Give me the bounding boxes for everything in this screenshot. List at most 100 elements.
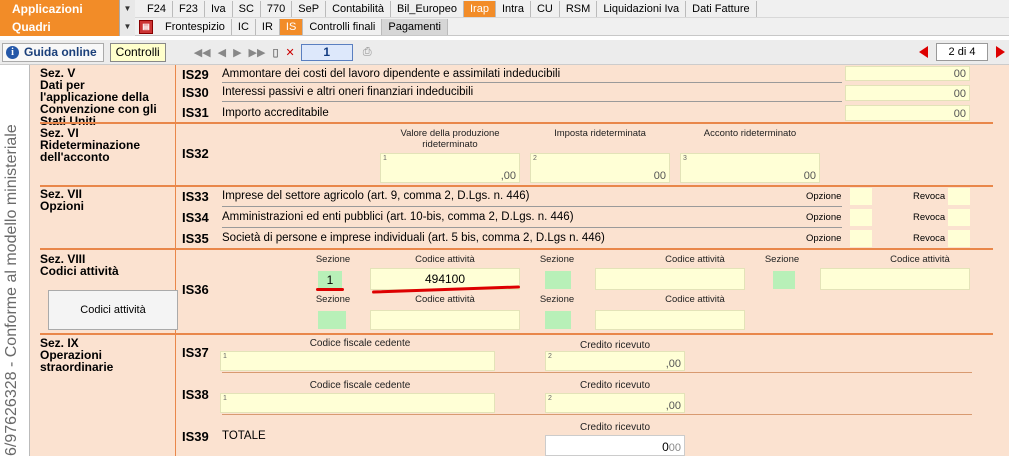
section-v: Sez. V Dati per l'applicazione della Con…	[40, 67, 180, 127]
sezione-label: Sezione	[315, 254, 351, 265]
is29-field[interactable]: 00	[845, 66, 970, 81]
codice-attivita-3-field[interactable]	[820, 268, 970, 290]
revoca-label: Revoca	[913, 212, 946, 223]
highlight-underline	[316, 288, 344, 291]
tab-ir[interactable]: IR	[256, 18, 280, 35]
is35-opzione-checkbox[interactable]	[850, 230, 872, 247]
sezione-5-field[interactable]	[545, 311, 571, 329]
sezione-label: Sezione	[539, 294, 575, 305]
tab-liquidazioni-iva[interactable]: Liquidazioni Iva	[597, 0, 687, 17]
tab-frontespizio[interactable]: Frontespizio	[159, 18, 232, 35]
sezione-label: Sezione	[539, 254, 575, 265]
column-label: Valore della produzione rideterminato	[400, 128, 500, 150]
tab-f23[interactable]: F23	[173, 0, 205, 17]
pdf-icon[interactable]: ▤	[139, 19, 153, 34]
quadri-select[interactable]: Quadri ▼	[0, 17, 135, 36]
previous-module-icon[interactable]	[919, 46, 928, 58]
field-value: ,00	[665, 358, 681, 370]
field-value: 1	[326, 273, 334, 287]
tab-cu[interactable]: CU	[531, 0, 560, 17]
field-value: 00	[953, 88, 966, 100]
section-viii: Sez. VIII Codici attività	[40, 253, 180, 277]
is31-field[interactable]: 00	[845, 105, 970, 121]
tab-bil-europeo[interactable]: Bil_Europeo	[391, 0, 464, 17]
codice-label: Codice attività	[890, 254, 950, 265]
is30-field[interactable]: 00	[845, 85, 970, 101]
codice-attivita-2-field[interactable]	[595, 268, 745, 290]
row-code: IS38	[182, 387, 209, 402]
codice-label: Codice attività	[665, 254, 725, 265]
side-strip: 6/97626328 - Conforme al modello ministe…	[0, 65, 30, 456]
is33-opzione-checkbox[interactable]	[850, 188, 872, 205]
imposta-rideterminata-field[interactable]: 2 00	[530, 153, 670, 183]
sezione-2-field[interactable]	[545, 271, 571, 289]
row-desc: Società di persone e imprese individuali…	[222, 232, 605, 244]
acconto-rideterminato-field[interactable]: 3 00	[680, 153, 820, 183]
tab-f24[interactable]: F24	[141, 0, 173, 17]
column-label: Imposta rideterminata	[554, 128, 646, 139]
is37-cf-field[interactable]: 1	[220, 351, 495, 371]
section-ix: Sez. IX Operazioni straordinarie	[40, 337, 180, 373]
codice-attivita-4-field[interactable]	[370, 310, 520, 330]
valore-produzione-field[interactable]: 1,00	[380, 153, 520, 183]
module-counter: 2 di 4	[936, 43, 988, 61]
next-module-icon[interactable]	[996, 46, 1005, 58]
page-number-field[interactable]: 1	[300, 43, 353, 61]
is38-cf-field[interactable]: 1	[220, 393, 495, 413]
next-page-icon[interactable]: ▶	[233, 46, 241, 59]
sezione-4-field[interactable]	[318, 311, 346, 329]
tab-sep[interactable]: SeP	[292, 0, 327, 17]
last-page-icon[interactable]: ▶▶	[249, 46, 266, 59]
chevron-down-icon[interactable]: ▼	[119, 17, 135, 36]
tab-dati-fatture[interactable]: Dati Fatture	[686, 0, 757, 17]
row-desc: TOTALE	[222, 430, 266, 442]
is34-opzione-checkbox[interactable]	[850, 209, 872, 226]
tab-pagamenti[interactable]: Pagamenti	[382, 18, 448, 35]
revoca-label: Revoca	[913, 191, 946, 202]
codici-attivita-button[interactable]: Codici attività	[48, 290, 178, 330]
previous-page-icon[interactable]: ◀	[218, 46, 226, 59]
row-code: IS29	[182, 67, 209, 82]
row-code: IS37	[182, 345, 209, 360]
column-label: Acconto rideterminato	[703, 128, 797, 139]
row-code: IS33	[182, 189, 209, 204]
row-desc: Imprese del settore agricolo (art. 9, co…	[222, 190, 530, 202]
is37-credito-field[interactable]: 2,00	[545, 351, 685, 371]
chevron-down-icon[interactable]: ▼	[119, 0, 135, 18]
tab-is[interactable]: IS	[279, 18, 304, 35]
is34-revoca-checkbox[interactable]	[948, 209, 970, 226]
codice-attivita-5-field[interactable]	[595, 310, 745, 330]
row-code: IS30	[182, 85, 209, 100]
sezione-1-field[interactable]: 1	[318, 271, 342, 289]
tab-intra[interactable]: Intra	[496, 0, 531, 17]
controlli-button[interactable]: Controlli	[109, 42, 166, 62]
tab-iva[interactable]: Iva	[205, 0, 233, 17]
totale-value: 0	[662, 440, 669, 454]
delete-page-icon[interactable]: ✕	[286, 46, 295, 59]
tab-sc[interactable]: SC	[233, 0, 261, 17]
sezione-3-field[interactable]	[773, 271, 795, 289]
is33-revoca-checkbox[interactable]	[948, 188, 970, 205]
page-navigation: ◀◀ ◀ ▶ ▶▶ ▯ ✕	[194, 46, 295, 59]
tab-770[interactable]: 770	[261, 0, 293, 17]
applicazioni-select[interactable]: Applicazioni ▼	[0, 0, 135, 18]
section-divider	[40, 248, 993, 250]
tab-controlli-finali[interactable]: Controlli finali	[303, 18, 383, 35]
is38-credito-field[interactable]: 2,00	[545, 393, 685, 413]
tab-irap[interactable]: Irap	[463, 0, 496, 17]
is35-revoca-checkbox[interactable]	[948, 230, 970, 247]
divider	[222, 206, 842, 207]
section-subtitle: Rideterminazione dell'acconto	[40, 138, 141, 164]
first-page-icon[interactable]: ◀◀	[194, 46, 211, 59]
new-page-icon[interactable]: ▯	[272, 46, 278, 59]
credito-label: Credito ricevuto	[579, 422, 651, 433]
print-icon[interactable]: ⎙	[363, 46, 372, 59]
guida-online-button[interactable]: i Guida online	[2, 42, 104, 62]
tab-rsm[interactable]: RSM	[560, 0, 598, 17]
section-subtitle: Opzioni	[40, 199, 84, 213]
row-desc: Importo accreditabile	[222, 107, 329, 119]
tab-contabilit-[interactable]: Contabilità	[326, 0, 392, 17]
tab-ic[interactable]: IC	[232, 18, 256, 35]
cf-label: Codice fiscale cedente	[309, 380, 411, 391]
field-value: 494100	[424, 272, 466, 286]
